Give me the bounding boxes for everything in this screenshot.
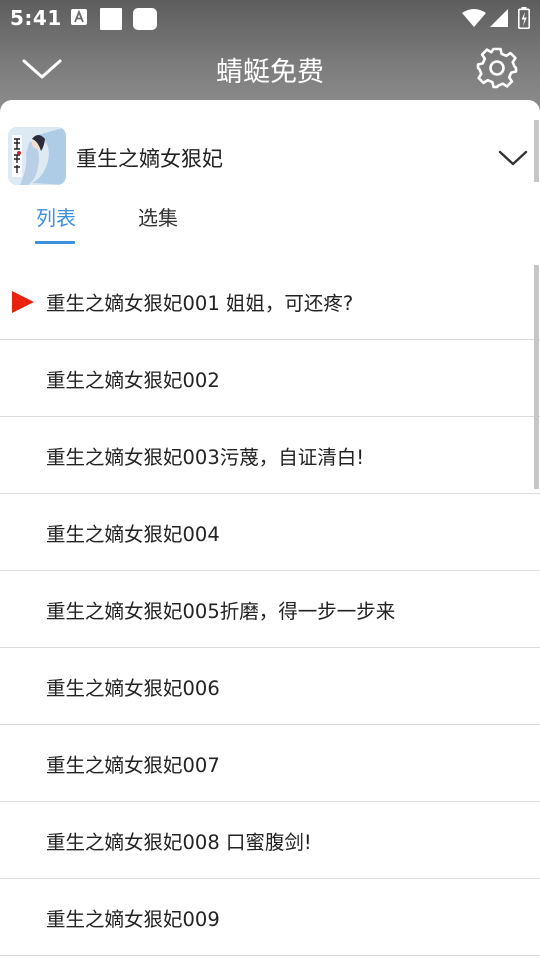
page-title: 蜻蜓免费 bbox=[216, 57, 324, 88]
notification-square-icon bbox=[100, 8, 122, 34]
episode-list: 重生之嫡女狠妃001 姐姐，可还疼? 重生之嫡女狠妃002 重生之嫡女狠妃003… bbox=[0, 263, 540, 956]
keyboard-notification-icon bbox=[70, 8, 88, 30]
episode-title: 重生之嫡女狠妃006 bbox=[46, 677, 220, 700]
sheet-header: 重生之嫡女狠妃 列表 选集 bbox=[0, 100, 540, 250]
list-item[interactable]: 重生之嫡女狠妃006 bbox=[0, 648, 540, 725]
now-playing-icon bbox=[12, 291, 34, 317]
chevron-down-icon bbox=[498, 150, 528, 166]
episode-title: 重生之嫡女狠妃009 bbox=[46, 908, 220, 931]
notification-rounded-icon bbox=[133, 8, 157, 34]
status-bar: 5:41 bbox=[0, 0, 540, 36]
episode-title: 重生之嫡女狠妃002 bbox=[46, 369, 220, 392]
collapse-sheet-button[interactable] bbox=[496, 142, 530, 174]
header-scrollbar[interactable] bbox=[534, 120, 539, 182]
gear-icon bbox=[476, 47, 518, 89]
tab-bar: 列表 选集 bbox=[0, 198, 540, 246]
list-item[interactable]: 重生之嫡女狠妃007 bbox=[0, 725, 540, 802]
list-item[interactable]: 重生之嫡女狠妃005折磨，得一步一步来 bbox=[0, 571, 540, 648]
status-time: 5:41 bbox=[10, 6, 62, 30]
episode-title: 重生之嫡女狠妃003污蔑，自证清白! bbox=[46, 446, 365, 469]
book-title: 重生之嫡女狠妃 bbox=[76, 147, 223, 171]
cellular-signal-icon bbox=[490, 9, 508, 31]
top-bar: 蜻蜓免费 bbox=[0, 36, 540, 100]
settings-button[interactable] bbox=[474, 46, 520, 90]
episode-sheet: 重生之嫡女狠妃 列表 选集 重生之嫡女狠妃001 姐姐，可还疼? 重生之嫡女狠妃… bbox=[0, 100, 540, 960]
list-item[interactable]: 重生之嫡女狠妃004 bbox=[0, 494, 540, 571]
tab-select-episodes[interactable]: 选集 bbox=[138, 202, 178, 231]
episode-title: 重生之嫡女狠妃005折磨，得一步一步来 bbox=[46, 600, 396, 623]
episode-title: 重生之嫡女狠妃004 bbox=[46, 523, 220, 546]
episode-title: 重生之嫡女狠妃001 姐姐，可还疼? bbox=[46, 292, 354, 315]
list-item[interactable]: 重生之嫡女狠妃008 口蜜腹剑! bbox=[0, 802, 540, 879]
episode-title: 重生之嫡女狠妃008 口蜜腹剑! bbox=[46, 831, 312, 854]
episode-title: 重生之嫡女狠妃007 bbox=[46, 754, 220, 777]
tab-list[interactable]: 列表 bbox=[36, 202, 76, 231]
battery-charging-icon bbox=[518, 7, 530, 33]
active-tab-indicator bbox=[35, 241, 75, 244]
list-item[interactable]: 重生之嫡女狠妃002 bbox=[0, 340, 540, 417]
list-item[interactable]: 重生之嫡女狠妃001 姐姐，可还疼? bbox=[0, 263, 540, 340]
list-scrollbar[interactable] bbox=[534, 265, 539, 489]
list-item[interactable]: 重生之嫡女狠妃009 bbox=[0, 879, 540, 956]
wifi-icon bbox=[462, 9, 486, 31]
list-item[interactable]: 重生之嫡女狠妃003污蔑，自证清白! bbox=[0, 417, 540, 494]
book-cover-image[interactable] bbox=[8, 127, 66, 185]
